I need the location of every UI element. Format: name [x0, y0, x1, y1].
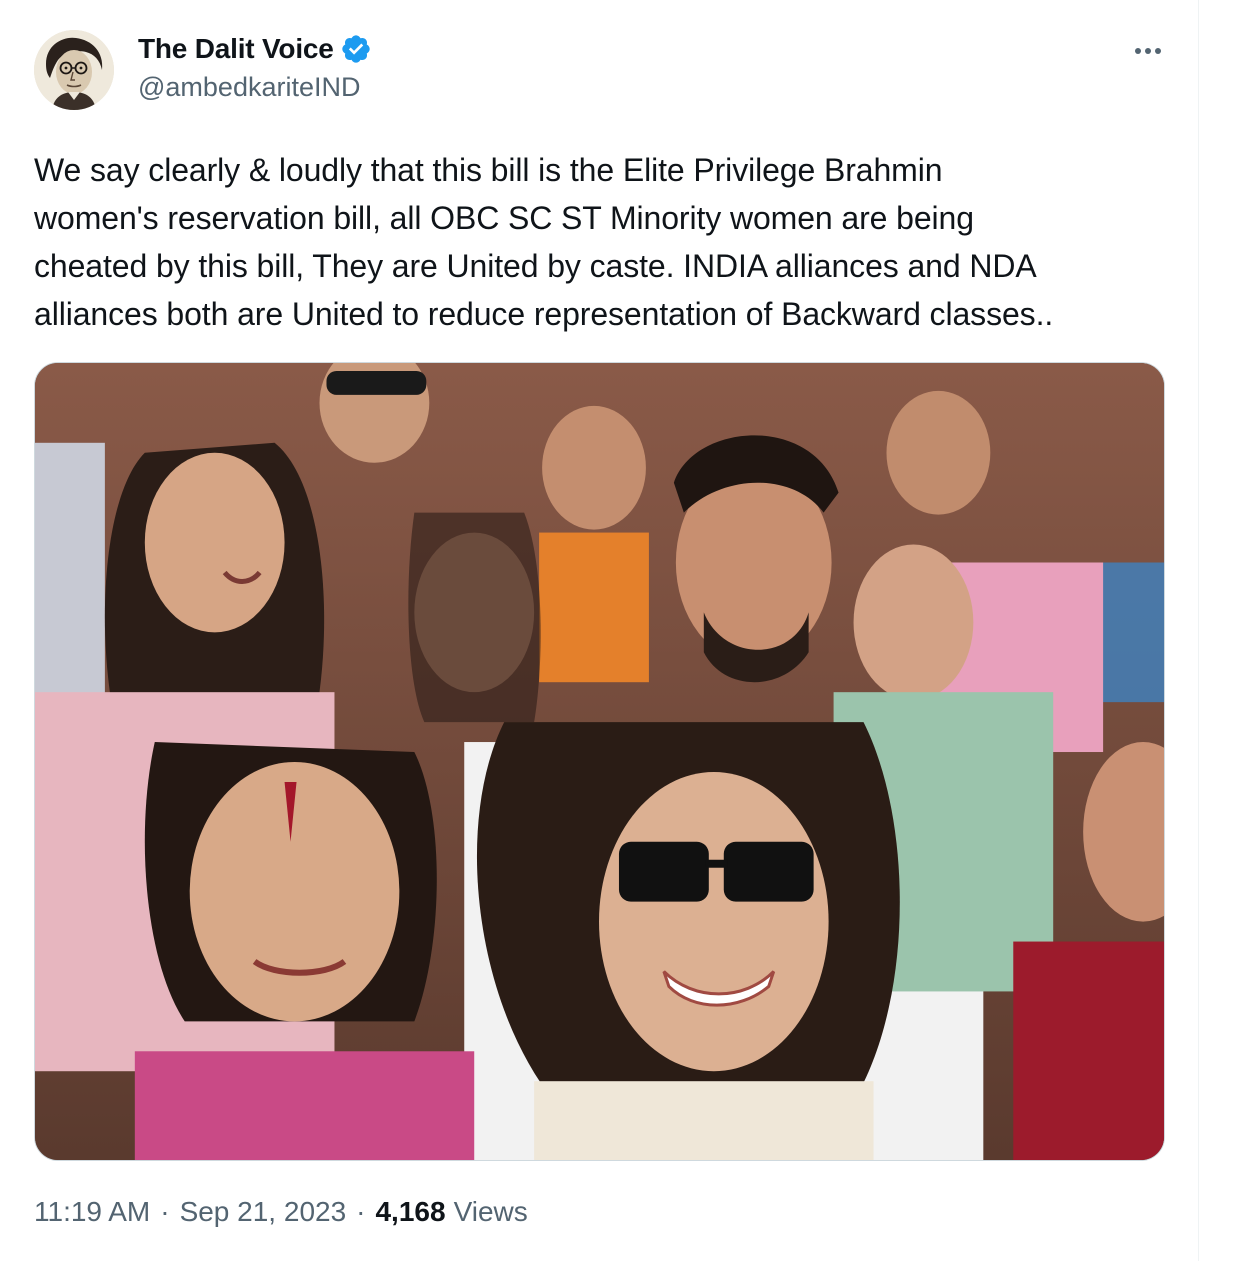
- author-display-name[interactable]: The Dalit Voice: [138, 33, 334, 65]
- author-avatar[interactable]: [34, 30, 114, 110]
- more-options-icon[interactable]: [1128, 36, 1168, 66]
- author-name-row: The Dalit Voice: [138, 30, 372, 68]
- verified-badge-icon[interactable]: [340, 33, 372, 65]
- tweet: The Dalit Voice @ambedkariteIND We say c…: [0, 0, 1198, 1261]
- author-handle[interactable]: @ambedkariteIND: [138, 72, 361, 103]
- views-label: Views: [453, 1196, 528, 1227]
- group-photo-image: [35, 363, 1164, 1160]
- tweet-photo[interactable]: [34, 362, 1165, 1161]
- tweet-text: We say clearly & loudly that this bill i…: [34, 152, 1054, 332]
- portrait-sketch-avatar: [34, 30, 114, 110]
- tweet-meta: 11:19 AM · Sep 21, 2023 · 4,168 Views: [34, 1196, 528, 1228]
- meta-separator: ·: [160, 1196, 170, 1227]
- meta-separator: ·: [356, 1196, 366, 1227]
- tweet-time-link[interactable]: 11:19 AM: [34, 1196, 150, 1228]
- views-count[interactable]: 4,168: [375, 1196, 445, 1228]
- page-right-border: [1198, 0, 1199, 1261]
- tweet-date-link[interactable]: Sep 21, 2023: [180, 1196, 347, 1228]
